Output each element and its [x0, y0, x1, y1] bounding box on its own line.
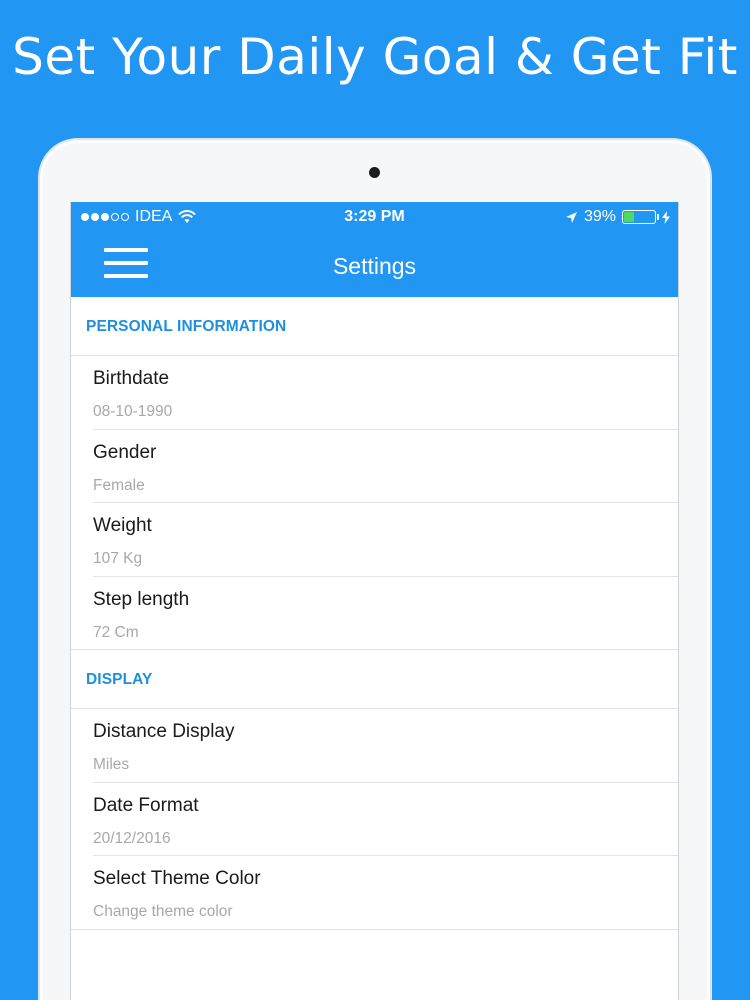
row-value: 107 Kg: [93, 550, 143, 567]
setting-row-distance-display[interactable]: Distance Display Miles: [93, 709, 678, 783]
setting-row-birthdate[interactable]: Birthdate 08-10-1990: [93, 356, 678, 430]
row-value: 72 Cm: [93, 623, 139, 641]
page-title: Settings: [332, 253, 417, 279]
setting-row-gender[interactable]: Gender Female: [93, 430, 678, 503]
section-header: DISPLAY: [71, 650, 678, 709]
row-value: Female: [93, 476, 145, 494]
app-screen: IDEA 3:29 PM 39% Settings PERSONAL INFOR…: [70, 202, 679, 1000]
row-title: Weight: [93, 515, 152, 536]
battery-icon: [622, 210, 659, 224]
row-title: Birthdate: [93, 368, 170, 389]
row-title: Date Format: [93, 794, 199, 816]
location-arrow-icon: [565, 211, 577, 223]
marketing-headline: Set Your Daily Goal & Get Fit: [12, 28, 738, 86]
row-value: 20/12/2016: [93, 829, 171, 847]
row-title: Distance Display: [93, 721, 235, 742]
row-value: 08-10-1990: [93, 403, 173, 420]
battery-percent: 39%: [583, 208, 616, 225]
row-value: Miles: [93, 756, 130, 773]
row-title: Gender: [93, 441, 157, 463]
setting-row-weight[interactable]: Weight 107 Kg: [93, 503, 678, 577]
row-title: Select Theme Color: [93, 868, 261, 889]
app-navbar: Settings: [71, 233, 678, 297]
row-title: Step length: [93, 588, 190, 610]
setting-row-date-format[interactable]: Date Format 20/12/2016: [93, 783, 678, 856]
setting-row-theme-color[interactable]: Select Theme Color Change theme color: [71, 856, 678, 930]
status-bar: IDEA 3:29 PM 39%: [71, 202, 678, 233]
section-display: DISPLAY Distance Display Miles Date Form…: [71, 650, 678, 930]
charging-bolt-icon: [662, 210, 670, 224]
row-value: Change theme color: [93, 903, 233, 920]
section-personal-information: PERSONAL INFORMATION Birthdate 08-10-199…: [71, 297, 678, 650]
section-header: PERSONAL INFORMATION: [71, 297, 678, 356]
battery-level-fill: [624, 212, 635, 222]
front-camera: [369, 167, 380, 178]
setting-row-step-length[interactable]: Step length 72 Cm: [71, 577, 678, 650]
